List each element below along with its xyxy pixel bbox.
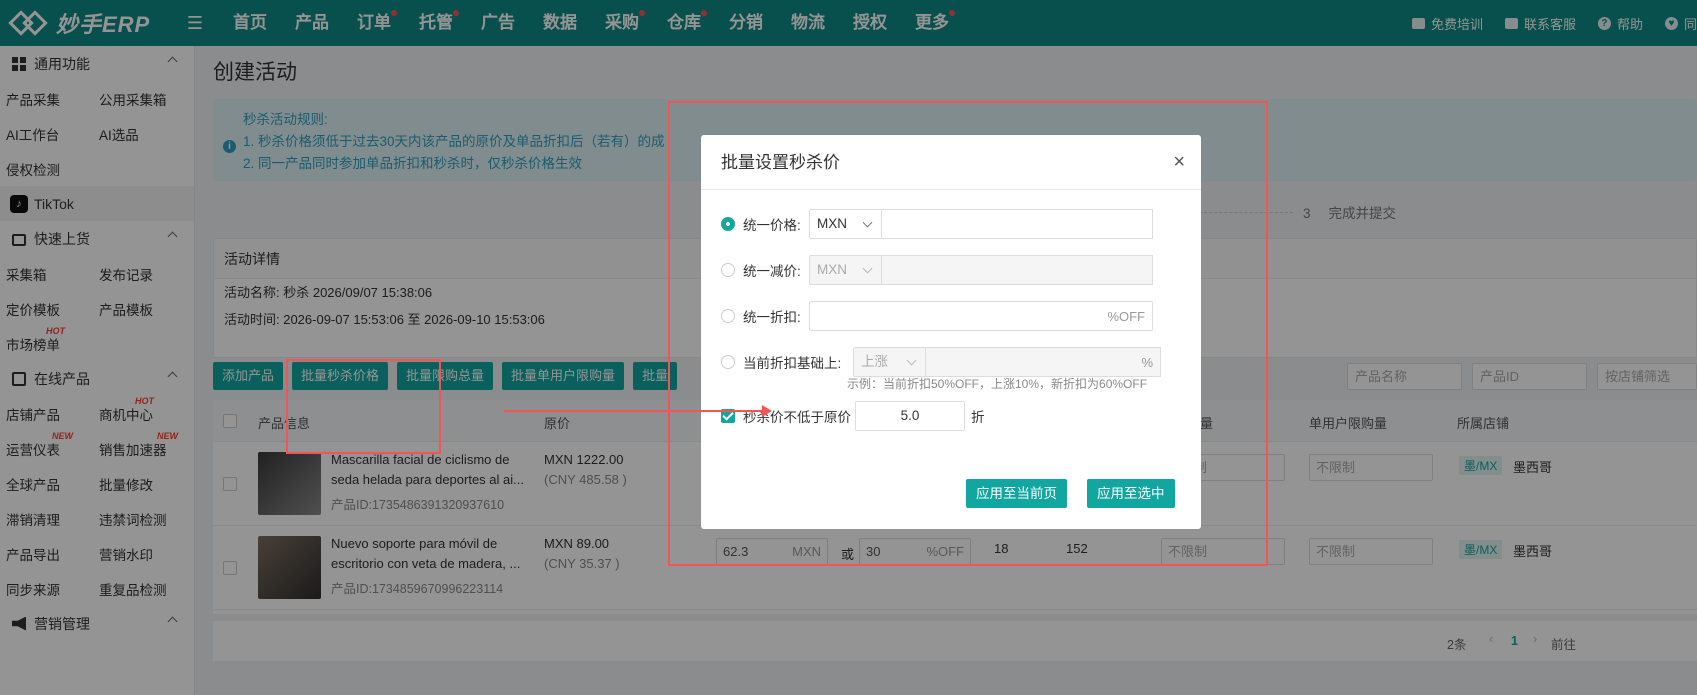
annotation-box-button bbox=[286, 359, 441, 454]
annotation-arrow bbox=[504, 405, 772, 417]
annotation-box-dialog bbox=[668, 101, 1268, 566]
